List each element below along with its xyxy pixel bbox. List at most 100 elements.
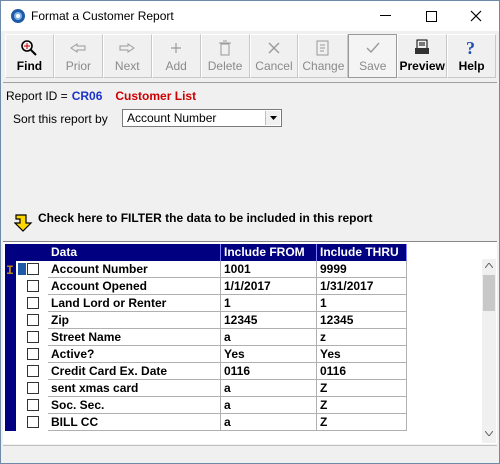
- grid-cell-thru[interactable]: 12345: [317, 312, 407, 329]
- grid-cell-from[interactable]: 12345: [221, 312, 317, 329]
- app-icon: [11, 9, 25, 23]
- grid-cell-data[interactable]: Zip: [48, 312, 221, 329]
- scroll-down-icon[interactable]: [485, 431, 493, 436]
- filter-checkbox[interactable]: [27, 314, 39, 326]
- chevron-down-icon[interactable]: [265, 111, 280, 125]
- find-button[interactable]: Find: [5, 34, 54, 78]
- sort-label: Sort this report by: [13, 112, 108, 126]
- row-selector[interactable]: [5, 329, 16, 346]
- grid-cell-data[interactable]: sent xmas card: [48, 380, 221, 397]
- grid-cell-from[interactable]: a: [221, 397, 317, 414]
- window: Format a Customer Report Find Prior Next…: [0, 0, 500, 464]
- grid-cell-from[interactable]: a: [221, 380, 317, 397]
- row-selector[interactable]: [5, 414, 16, 431]
- grid-cell-thru[interactable]: 1/31/2017: [317, 278, 407, 295]
- change-button[interactable]: Change: [298, 34, 349, 78]
- toolbar-divider: [3, 82, 497, 83]
- title-bar: Format a Customer Report: [1, 1, 499, 31]
- delete-button[interactable]: Delete: [200, 34, 250, 78]
- grid-cell-data[interactable]: BILL CC: [48, 414, 221, 431]
- filter-checkbox[interactable]: [27, 348, 39, 360]
- point-right-icon: [119, 43, 136, 53]
- save-button[interactable]: Save: [348, 34, 398, 78]
- grid-cell-from[interactable]: 0116: [221, 363, 317, 380]
- row-selector[interactable]: [5, 278, 16, 295]
- filter-checkbox[interactable]: [27, 297, 39, 309]
- point-left-icon: [70, 43, 86, 53]
- grid-cell-from[interactable]: a: [221, 414, 317, 431]
- down-arrow-icon: [14, 214, 33, 232]
- grid-cell-from[interactable]: 1001: [221, 261, 317, 278]
- edit-document-icon: [316, 40, 329, 56]
- grid-cell-thru[interactable]: 1: [317, 295, 407, 312]
- preview-icon: [415, 39, 430, 54]
- grid-cell-thru[interactable]: Z: [317, 414, 407, 431]
- grid-cell-data[interactable]: Land Lord or Renter: [48, 295, 221, 312]
- close-icon: [470, 10, 482, 22]
- row-selector[interactable]: [5, 295, 16, 312]
- minimize-button[interactable]: [362, 1, 408, 31]
- sort-value: Account Number: [127, 111, 217, 125]
- filter-checkbox[interactable]: [27, 280, 39, 292]
- report-id-code: CR06: [71, 89, 103, 103]
- window-title: Format a Customer Report: [31, 9, 174, 23]
- minimize-icon: [379, 15, 391, 16]
- grid-cell-data[interactable]: Active?: [48, 346, 221, 363]
- header-row-selector: [5, 244, 16, 261]
- help-button[interactable]: ? Help: [447, 34, 497, 78]
- add-button[interactable]: Add: [151, 34, 201, 78]
- prior-button[interactable]: Prior: [53, 34, 103, 78]
- preview-button[interactable]: Preview: [397, 34, 448, 78]
- filter-checkbox[interactable]: [27, 331, 39, 343]
- svg-text:?: ?: [466, 39, 475, 57]
- row-selector[interactable]: [5, 380, 16, 397]
- grid-cell-from[interactable]: 1/1/2017: [221, 278, 317, 295]
- x-icon: [268, 42, 280, 54]
- trash-icon: [219, 40, 232, 56]
- scroll-thumb[interactable]: [483, 275, 495, 311]
- grid-cell-data[interactable]: Account Number: [48, 261, 221, 278]
- row-selector[interactable]: [5, 312, 16, 329]
- column-header-from[interactable]: Include FROM: [221, 244, 317, 261]
- grid-cell-thru[interactable]: z: [317, 329, 407, 346]
- grid-cell-thru[interactable]: Z: [317, 380, 407, 397]
- question-mark-icon: ?: [466, 39, 475, 57]
- filter-grid: Data Include FROM Include THRU Account N…: [3, 241, 497, 444]
- scroll-up-icon[interactable]: [485, 263, 493, 268]
- row-selector[interactable]: [5, 363, 16, 380]
- filter-checkbox[interactable]: [27, 365, 39, 377]
- maximize-button[interactable]: [408, 1, 454, 31]
- grid-cell-data[interactable]: Credit Card Ex. Date: [48, 363, 221, 380]
- close-button[interactable]: [453, 1, 499, 31]
- grid-cell-data[interactable]: Account Opened: [48, 278, 221, 295]
- sort-dropdown[interactable]: Account Number: [122, 109, 282, 127]
- cancel-button[interactable]: Cancel: [249, 34, 299, 78]
- grid-cell-data[interactable]: Soc. Sec.: [48, 397, 221, 414]
- row-selector[interactable]: [5, 346, 16, 363]
- status-bar: [3, 445, 497, 463]
- grid-cell-from[interactable]: a: [221, 329, 317, 346]
- grid-cell-data[interactable]: Street Name: [48, 329, 221, 346]
- grid-cell-thru[interactable]: Yes: [317, 346, 407, 363]
- grid-cell-thru[interactable]: Z: [317, 397, 407, 414]
- column-header-data[interactable]: Data: [48, 244, 221, 261]
- report-id-line: Report ID = CR06 Customer List: [6, 89, 196, 103]
- grid-cell-from[interactable]: Yes: [221, 346, 317, 363]
- vertical-scrollbar[interactable]: [482, 259, 496, 443]
- filter-checkbox[interactable]: [27, 416, 39, 428]
- filter-instruction: Check here to FILTER the data to be incl…: [38, 211, 373, 225]
- filter-checkbox[interactable]: [27, 263, 39, 275]
- plus-icon: [171, 43, 182, 53]
- report-id-label: Report ID =: [6, 89, 68, 103]
- magnifier-icon: [21, 40, 38, 56]
- filter-checkbox[interactable]: [27, 399, 39, 411]
- filter-checkbox[interactable]: [27, 382, 39, 394]
- grid-cell-thru[interactable]: 0116: [317, 363, 407, 380]
- next-button[interactable]: Next: [102, 34, 152, 78]
- column-header-thru[interactable]: Include THRU: [317, 244, 407, 261]
- report-name: Customer List: [115, 89, 197, 103]
- filter-checkbox[interactable]: [18, 263, 26, 275]
- grid-cell-thru[interactable]: 9999: [317, 261, 407, 278]
- row-selector[interactable]: [5, 397, 16, 414]
- grid-cell-from[interactable]: 1: [221, 295, 317, 312]
